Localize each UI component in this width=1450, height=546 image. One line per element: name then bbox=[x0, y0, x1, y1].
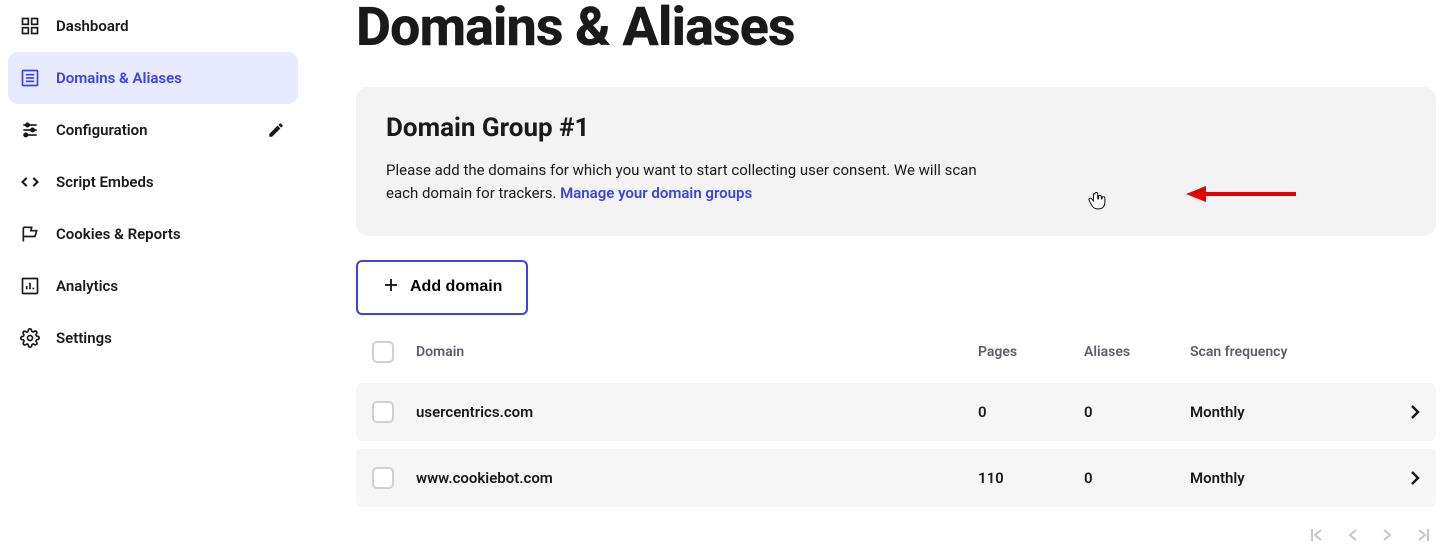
table-row[interactable]: usercentrics.com 0 0 Monthly bbox=[356, 383, 1436, 441]
manage-groups-link[interactable]: Manage your domain groups bbox=[560, 184, 752, 202]
sidebar-item-label: Analytics bbox=[56, 277, 286, 295]
col-aliases: Aliases bbox=[1084, 344, 1190, 360]
main-content: Domains & Aliases Domain Group #1 Please… bbox=[306, 0, 1450, 546]
cell-freq: Monthly bbox=[1190, 403, 1390, 421]
code-icon bbox=[20, 172, 40, 192]
add-domain-label: Add domain bbox=[410, 278, 502, 296]
sidebar-item-analytics[interactable]: Analytics bbox=[8, 260, 298, 312]
sidebar-item-dashboard[interactable]: Dashboard bbox=[8, 0, 298, 52]
chevron-right-icon bbox=[1410, 404, 1420, 420]
sidebar-item-script-embeds[interactable]: Script Embeds bbox=[8, 156, 298, 208]
sidebar-item-cookies-reports[interactable]: Cookies & Reports bbox=[8, 208, 298, 260]
row-checkbox[interactable] bbox=[372, 401, 394, 423]
sidebar-item-label: Dashboard bbox=[56, 17, 286, 35]
col-freq: Scan frequency bbox=[1190, 344, 1390, 360]
sidebar-item-label: Script Embeds bbox=[56, 173, 286, 191]
cursor-hand-icon bbox=[1088, 191, 1106, 215]
expand-row[interactable] bbox=[1390, 404, 1420, 420]
row-checkbox[interactable] bbox=[372, 467, 394, 489]
cell-pages: 0 bbox=[978, 403, 1084, 421]
add-domain-button[interactable]: Add domain bbox=[356, 260, 528, 315]
sidebar: Dashboard Domains & Aliases Configuratio… bbox=[0, 0, 306, 546]
page-prev-icon[interactable] bbox=[1348, 527, 1358, 546]
plus-icon bbox=[382, 276, 400, 299]
expand-row[interactable] bbox=[1390, 470, 1420, 486]
cell-aliases: 0 bbox=[1084, 469, 1190, 487]
col-pages: Pages bbox=[978, 344, 1084, 360]
sliders-icon bbox=[20, 120, 40, 140]
sidebar-item-domains[interactable]: Domains & Aliases bbox=[8, 52, 298, 104]
table-header: Domain Pages Aliases Scan frequency bbox=[356, 329, 1436, 375]
sidebar-item-settings[interactable]: Settings bbox=[8, 312, 298, 364]
page-last-icon[interactable] bbox=[1416, 527, 1430, 546]
group-description: Please add the domains for which you wan… bbox=[386, 159, 1006, 206]
dashboard-icon bbox=[20, 16, 40, 36]
cell-domain: usercentrics.com bbox=[416, 403, 978, 421]
chart-icon bbox=[20, 276, 40, 296]
sidebar-item-label: Settings bbox=[56, 329, 286, 347]
sidebar-item-configuration[interactable]: Configuration bbox=[8, 104, 298, 156]
group-title: Domain Group #1 bbox=[386, 113, 1406, 143]
page-next-icon[interactable] bbox=[1382, 527, 1392, 546]
sidebar-item-label: Cookies & Reports bbox=[56, 225, 286, 243]
sidebar-item-label: Configuration bbox=[56, 121, 250, 139]
cell-freq: Monthly bbox=[1190, 469, 1390, 487]
chevron-right-icon bbox=[1410, 470, 1420, 486]
list-icon bbox=[20, 68, 40, 88]
col-domain: Domain bbox=[416, 344, 978, 360]
flag-icon bbox=[20, 224, 40, 244]
gear-icon bbox=[20, 328, 40, 348]
cell-pages: 110 bbox=[978, 469, 1084, 487]
pagination bbox=[356, 507, 1436, 546]
annotation-arrow-icon bbox=[1186, 185, 1296, 207]
select-all-checkbox[interactable] bbox=[372, 341, 394, 363]
page-title: Domains & Aliases bbox=[356, 0, 1450, 59]
domain-group-card: Domain Group #1 Please add the domains f… bbox=[356, 87, 1436, 236]
page-first-icon[interactable] bbox=[1310, 527, 1324, 546]
domains-table: Domain Pages Aliases Scan frequency user… bbox=[356, 329, 1436, 507]
sidebar-item-label: Domains & Aliases bbox=[56, 69, 286, 87]
cell-domain: www.cookiebot.com bbox=[416, 469, 978, 487]
cell-aliases: 0 bbox=[1084, 403, 1190, 421]
pencil-icon[interactable] bbox=[266, 120, 286, 140]
table-row[interactable]: www.cookiebot.com 110 0 Monthly bbox=[356, 449, 1436, 507]
